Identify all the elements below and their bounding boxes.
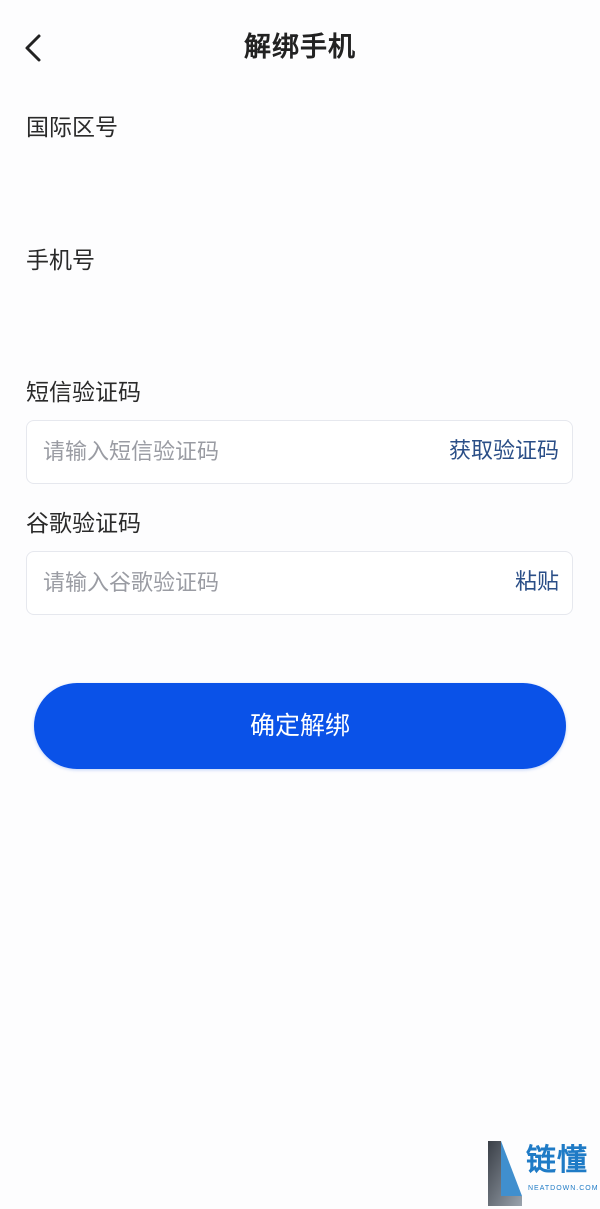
sms-code-label: 短信验证码 <box>26 380 141 406</box>
phone-value <box>26 292 574 332</box>
page-title: 解绑手机 <box>244 32 356 63</box>
get-code-button[interactable]: 获取验证码 <box>449 421 559 483</box>
watermark-name: 链懂 <box>526 1143 588 1178</box>
paste-button[interactable]: 粘贴 <box>515 552 559 614</box>
google-code-label: 谷歌验证码 <box>26 511 141 537</box>
watermark-domain: NEATDOWN.COM <box>528 1185 599 1192</box>
confirm-unbind-button[interactable]: 确定解绑 <box>34 683 566 769</box>
google-code-field: 粘贴 <box>26 551 573 615</box>
phone-label: 手机号 <box>26 248 95 274</box>
sms-code-field: 获取验证码 <box>26 420 573 484</box>
logo-mark-icon <box>488 1141 522 1206</box>
watermark-logo: 链懂 NEATDOWN.COM <box>486 1138 598 1208</box>
country-code-value <box>26 160 574 200</box>
top-bar: 解绑手机 <box>0 0 600 96</box>
google-code-input[interactable] <box>43 552 423 614</box>
country-code-label: 国际区号 <box>26 115 118 141</box>
sms-code-input[interactable] <box>43 421 423 483</box>
